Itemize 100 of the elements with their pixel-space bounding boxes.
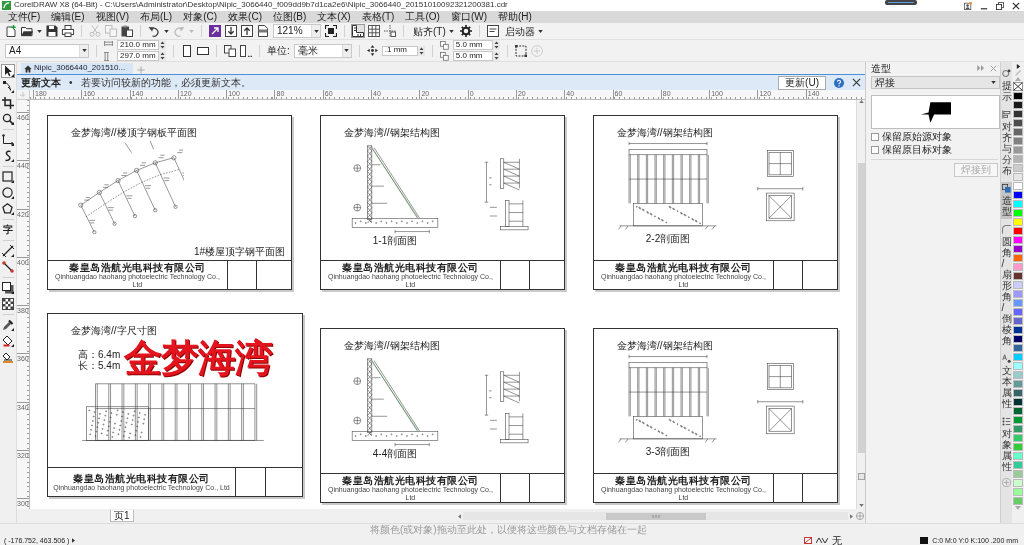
color-swatch[interactable] [1013, 461, 1023, 469]
color-swatch[interactable] [1013, 218, 1023, 226]
node-edit-icon[interactable] [2, 81, 14, 93]
single-page-icon[interactable] [240, 44, 252, 57]
menu-item[interactable]: 文件(F) [2, 11, 46, 23]
color-swatch[interactable] [1013, 128, 1023, 136]
settings-icon[interactable] [459, 25, 472, 37]
save-icon[interactable] [46, 25, 58, 37]
color-swatch[interactable] [1013, 407, 1023, 415]
export-icon[interactable] [241, 25, 253, 37]
undo-icon[interactable] [148, 25, 160, 37]
scroll-left-icon[interactable] [458, 513, 461, 519]
drop-shadow-icon[interactable] [2, 282, 14, 294]
color-swatch[interactable] [1013, 146, 1023, 154]
color-swatch[interactable] [1013, 326, 1023, 334]
color-swatch[interactable] [1013, 290, 1023, 298]
color-swatch[interactable] [1013, 101, 1023, 109]
color-swatch[interactable] [1013, 497, 1023, 505]
close-icon[interactable] [852, 78, 861, 87]
printer-icon[interactable] [62, 25, 74, 37]
guidelines-icon[interactable] [384, 25, 396, 37]
duplicate-x-field[interactable]: 5.0 mm [452, 40, 493, 50]
color-swatch[interactable] [1013, 434, 1023, 442]
vertical-scrollbar[interactable] [856, 100, 865, 509]
no-color-icon[interactable] [1013, 82, 1023, 91]
color-swatch[interactable] [1013, 443, 1023, 451]
color-swatch[interactable] [1013, 344, 1023, 352]
menu-item[interactable]: 文本(X) [311, 11, 357, 23]
ellipse-icon[interactable] [2, 187, 14, 199]
spinner-control[interactable] [492, 40, 500, 50]
scroll-thumb[interactable] [857, 163, 865, 453]
docker-tab[interactable]: 造型 [1001, 182, 1012, 219]
spinner-control[interactable] [159, 40, 166, 50]
menu-item[interactable]: 窗口(W) [445, 11, 493, 23]
square-button-icon[interactable] [857, 473, 865, 480]
menu-item[interactable]: 位图(B) [267, 11, 312, 23]
docker-tab[interactable]: 提示 [1001, 67, 1012, 104]
duplicate-y-field[interactable]: 5.0 mm [452, 51, 493, 61]
transparency-icon[interactable] [2, 298, 14, 310]
color-swatch[interactable] [1013, 353, 1023, 361]
color-swatch[interactable] [1013, 398, 1023, 406]
dashed-frame-icon[interactable] [514, 44, 527, 57]
color-swatch[interactable] [1013, 371, 1023, 379]
pointer-icon[interactable] [2, 65, 14, 77]
color-swatch[interactable] [1013, 236, 1023, 244]
color-swatch[interactable] [1013, 389, 1023, 397]
ruler-icon[interactable] [352, 25, 364, 37]
freehand-icon[interactable] [2, 134, 14, 146]
import-icon[interactable] [225, 25, 237, 37]
new-document-icon[interactable] [5, 25, 17, 37]
restore-icon[interactable] [996, 1, 1004, 10]
color-swatch[interactable] [1013, 299, 1023, 307]
menu-item[interactable]: 对象(C) [177, 11, 223, 23]
polygon-icon[interactable] [2, 203, 14, 215]
collapse-icon[interactable] [977, 65, 985, 71]
color-swatch[interactable] [1013, 200, 1023, 208]
zoom-combo[interactable]: 121% [273, 24, 321, 38]
close-icon[interactable] [1012, 1, 1020, 10]
smart-fill-icon[interactable] [2, 351, 14, 363]
caret-icon[interactable] [164, 29, 169, 33]
nudge-field[interactable]: .1 mm [381, 45, 418, 56]
color-swatch[interactable] [1013, 263, 1023, 271]
square-arrow-icon[interactable] [209, 25, 221, 37]
crop-icon[interactable] [2, 97, 14, 109]
spinner-control[interactable] [492, 51, 500, 61]
color-swatch[interactable] [1013, 209, 1023, 217]
docker-tab[interactable]: 圆角/扇形角/倒棱角 [1001, 223, 1012, 348]
landscape-page-icon[interactable] [197, 44, 209, 57]
height-field[interactable]: 297.0 mm [117, 51, 159, 61]
docker-tab[interactable]: 对齐与分布 [1001, 108, 1012, 178]
color-swatch[interactable] [1013, 281, 1023, 289]
fill-bucket-icon[interactable] [2, 335, 14, 347]
scroll-down-icon[interactable] [858, 504, 864, 507]
folder-icon[interactable] [21, 25, 33, 37]
color-swatch[interactable] [1013, 164, 1023, 172]
eyedropper-icon[interactable] [2, 319, 14, 331]
pdf-icon[interactable] [257, 25, 269, 37]
color-swatch[interactable] [1013, 110, 1023, 118]
menu-item[interactable]: 编辑(E) [45, 11, 91, 23]
menu-item[interactable]: 工具(O) [399, 11, 446, 23]
rectangle-icon[interactable] [2, 171, 14, 183]
expand-icon[interactable] [72, 538, 76, 543]
color-swatch[interactable] [1013, 308, 1023, 316]
app-window-icon[interactable] [486, 25, 499, 37]
color-swatch[interactable] [1013, 272, 1023, 280]
color-swatch[interactable] [1013, 182, 1023, 190]
zoom-icon[interactable] [2, 113, 14, 125]
menu-item[interactable]: 表格(T) [356, 11, 400, 23]
color-swatch[interactable] [1013, 362, 1023, 370]
menu-item[interactable]: 帮助(H) [492, 11, 538, 23]
update-button[interactable]: 更新(U) [778, 75, 826, 90]
page-size-combo[interactable]: A4 [5, 43, 89, 58]
grid-icon[interactable] [368, 25, 380, 37]
color-swatch[interactable] [1013, 470, 1023, 478]
clipboard-icon[interactable] [121, 25, 133, 37]
color-swatch[interactable] [1013, 155, 1023, 163]
help-icon[interactable] [834, 77, 844, 88]
scroll-thumb[interactable] [605, 512, 706, 520]
color-swatch[interactable] [1013, 245, 1023, 253]
fit-page-icon[interactable] [325, 25, 337, 37]
